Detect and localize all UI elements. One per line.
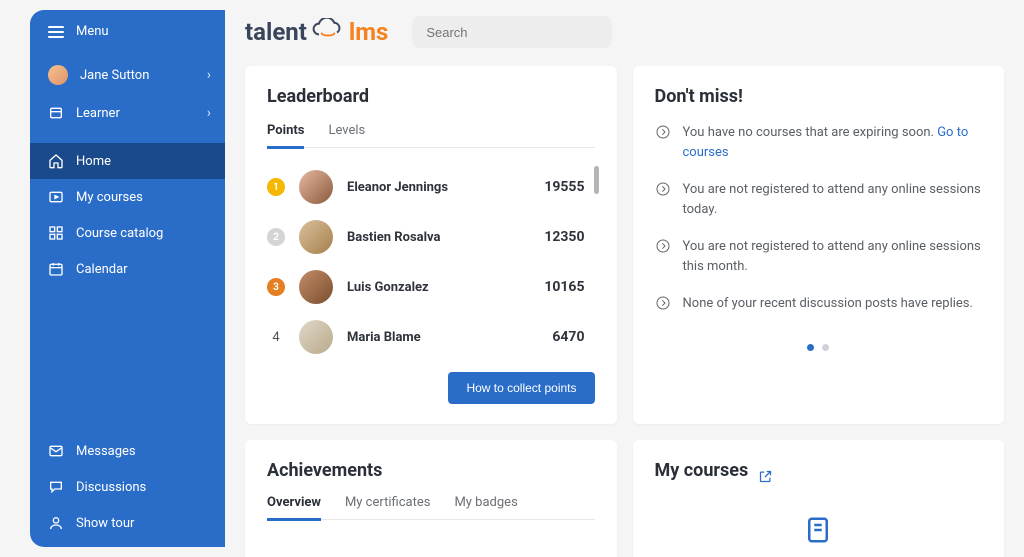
sidebar-item-discussions[interactable]: Discussions — [30, 469, 225, 505]
chevron-right-icon: › — [207, 105, 211, 121]
catalog-icon — [48, 225, 64, 241]
learner-icon — [48, 105, 64, 121]
scrollbar[interactable] — [594, 166, 599, 194]
avatar-icon — [299, 270, 333, 304]
calendar-icon — [48, 261, 64, 277]
sidebar-item-label: Course catalog — [76, 226, 163, 241]
logo-text-right: lms — [349, 18, 388, 46]
tab-levels[interactable]: Levels — [328, 123, 365, 147]
document-icon — [655, 515, 983, 545]
rank-badge: 2 — [267, 228, 285, 246]
dm-text: You have no courses that are expiring so… — [683, 123, 983, 162]
menu-label: Menu — [76, 24, 109, 39]
sidebar-item-label: Home — [76, 154, 111, 169]
sidebar-item-label: My courses — [76, 190, 143, 205]
leaderboard-list: 1 Eleanor Jennings 19555 2 Bastien Rosal… — [267, 162, 595, 362]
lb-score: 12350 — [544, 229, 584, 245]
dot[interactable] — [807, 344, 814, 351]
play-icon — [48, 189, 64, 205]
sidebar-item-calendar[interactable]: Calendar — [30, 251, 225, 287]
my-courses-title: My courses — [655, 460, 749, 481]
rank-badge: 3 — [267, 278, 285, 296]
table-row: 2 Bastien Rosalva 12350 — [267, 212, 585, 262]
sidebar-item-label: Calendar — [76, 262, 128, 277]
avatar-icon — [299, 220, 333, 254]
sidebar-item-messages[interactable]: Messages — [30, 433, 225, 469]
logo-text-left: talent — [245, 18, 307, 46]
lb-score: 19555 — [544, 179, 584, 195]
tab-badges[interactable]: My badges — [454, 495, 517, 519]
sidebar-user-name: Jane Sutton — [80, 68, 149, 83]
lb-score: 6470 — [552, 329, 584, 345]
avatar-icon — [299, 320, 333, 354]
dm-text-body: You have no courses that are expiring so… — [683, 125, 938, 140]
sidebar-role[interactable]: Learner › — [30, 95, 225, 131]
lb-name: Luis Gonzalez — [347, 280, 530, 295]
sidebar-item-showtour[interactable]: Show tour — [30, 505, 225, 541]
dm-text: You are not registered to attend any onl… — [683, 180, 983, 219]
collect-points-button[interactable]: How to collect points — [448, 372, 594, 404]
search-input[interactable] — [426, 25, 602, 40]
lb-score: 10165 — [544, 279, 584, 295]
avatar-icon — [48, 65, 68, 85]
arrow-circle-icon — [655, 124, 671, 140]
leaderboard-tabs: Points Levels — [267, 123, 595, 148]
sidebar: Menu Jane Sutton › Learner › Home My co — [30, 10, 225, 547]
home-icon — [48, 153, 64, 169]
leaderboard-card: Leaderboard Points Levels 1 Eleanor Jenn… — [245, 66, 617, 424]
sidebar-item-catalog[interactable]: Course catalog — [30, 215, 225, 251]
tab-overview[interactable]: Overview — [267, 495, 321, 521]
sidebar-item-label: Show tour — [76, 516, 134, 531]
topbar: talent lms — [235, 10, 1004, 52]
arrow-circle-icon — [655, 181, 671, 197]
lb-name: Bastien Rosalva — [347, 230, 530, 245]
tour-icon — [48, 515, 64, 531]
dont-miss-card: Don't miss! You have no courses that are… — [633, 66, 1005, 424]
sidebar-item-label: Messages — [76, 444, 136, 459]
list-item: You are not registered to attend any onl… — [655, 237, 983, 276]
carousel-dots — [655, 344, 983, 351]
dont-miss-title: Don't miss! — [655, 86, 983, 107]
list-item: None of your recent discussion posts hav… — [655, 294, 983, 314]
messages-icon — [48, 443, 64, 459]
achievements-card: Achievements Overview My certificates My… — [245, 440, 617, 557]
cloud-icon — [310, 18, 346, 40]
lb-name: Maria Blame — [347, 330, 538, 345]
rank-number: 4 — [267, 330, 285, 345]
tab-certificates[interactable]: My certificates — [345, 495, 431, 519]
achievements-tabs: Overview My certificates My badges — [267, 495, 595, 520]
achievements-title: Achievements — [267, 460, 595, 481]
discussions-icon — [48, 479, 64, 495]
list-item: You are not registered to attend any onl… — [655, 180, 983, 219]
arrow-circle-icon — [655, 238, 671, 254]
table-row: 1 Eleanor Jennings 19555 — [267, 162, 585, 212]
table-row: 4 Maria Blame 6470 — [267, 312, 585, 362]
leaderboard-title: Leaderboard — [267, 86, 595, 107]
dot[interactable] — [822, 344, 829, 351]
table-row: 3 Luis Gonzalez 10165 — [267, 262, 585, 312]
hamburger-icon — [48, 26, 64, 38]
external-link-icon[interactable] — [758, 469, 773, 488]
avatar-icon — [299, 170, 333, 204]
dm-text: You are not registered to attend any onl… — [683, 237, 983, 276]
sidebar-item-label: Discussions — [76, 480, 146, 495]
sidebar-role-label: Learner — [76, 106, 120, 121]
logo: talent lms — [245, 18, 388, 46]
main: talent lms Leaderboard Points Levels 1 — [225, 0, 1024, 557]
search-box[interactable] — [412, 16, 612, 48]
tab-points[interactable]: Points — [267, 123, 304, 149]
my-courses-card: My courses — [633, 440, 1005, 557]
rank-badge: 1 — [267, 178, 285, 196]
sidebar-item-mycourses[interactable]: My courses — [30, 179, 225, 215]
list-item: You have no courses that are expiring so… — [655, 123, 983, 162]
lb-name: Eleanor Jennings — [347, 180, 530, 195]
chevron-right-icon: › — [207, 67, 211, 83]
sidebar-item-home[interactable]: Home — [30, 143, 225, 179]
menu-toggle[interactable]: Menu — [30, 10, 225, 49]
sidebar-user[interactable]: Jane Sutton › — [30, 55, 225, 95]
dm-text: None of your recent discussion posts hav… — [683, 294, 973, 314]
arrow-circle-icon — [655, 295, 671, 311]
